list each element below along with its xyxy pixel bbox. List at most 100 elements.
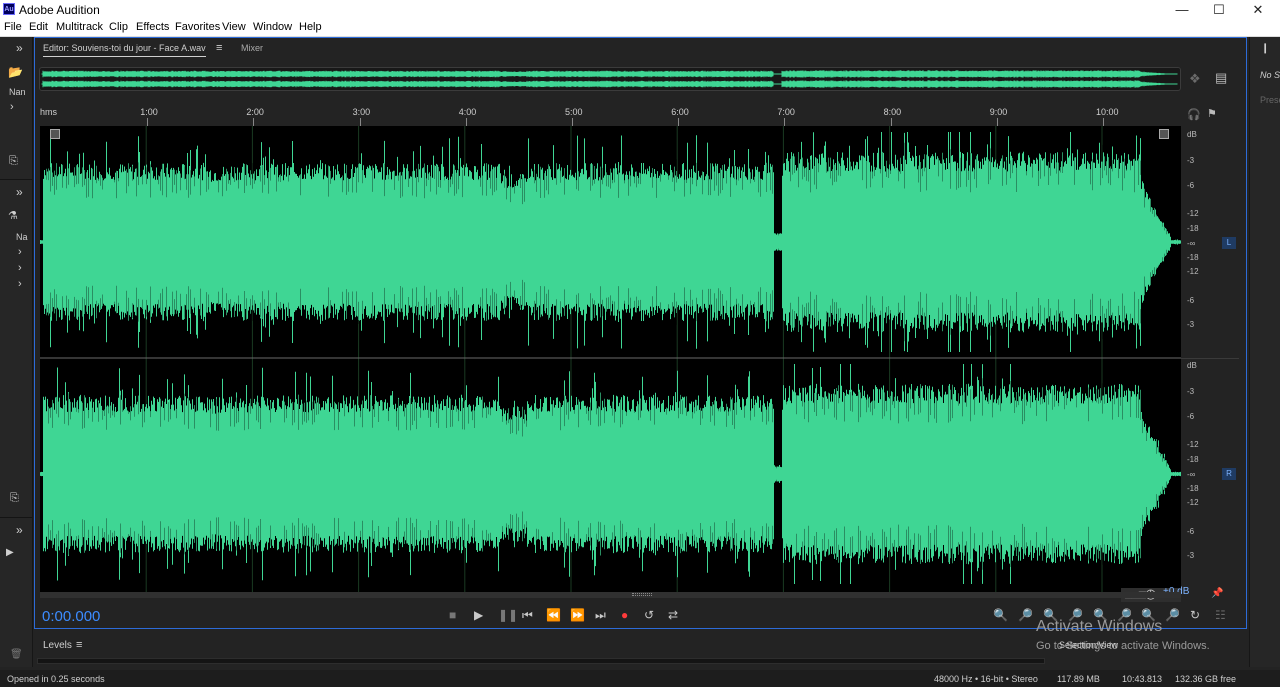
menu-clip[interactable]: Clip [109,21,128,33]
go-to-end-button[interactable]: ⏭ [595,608,606,623]
zoom-to-selection-icon[interactable]: ❖ [1189,71,1201,87]
horizontal-scrollbar[interactable] [40,592,1181,598]
channel-right-badge[interactable]: R [1222,468,1236,480]
window-title: Adobe Audition [19,3,100,17]
media-panel-label: Na [16,232,28,242]
tab-mixer[interactable]: Mixer [241,43,263,53]
tab-editor[interactable]: Editor: Souviens-toi du jour - Face A.wa… [43,43,206,57]
db-label: -6 [1187,412,1195,421]
db-label: -12 [1187,440,1199,449]
ruler-tick-label: 10:00 [1096,107,1119,117]
maximize-button[interactable]: ☐ [1199,0,1239,20]
right-panel-label: No S [1260,70,1280,80]
db-label: -18 [1187,224,1199,233]
menu-help[interactable]: Help [299,21,322,33]
waveform-display[interactable] [40,126,1181,592]
expand-panels-icon-3[interactable]: » [16,523,23,537]
status-duration: 10:43.813 [1122,674,1163,684]
menu-edit[interactable]: Edit [29,21,48,33]
chevron-right-icon-3[interactable]: › [18,262,22,274]
db-label: -6 [1187,181,1195,190]
fade-in-handle-icon[interactable] [50,129,60,139]
editor-tabs: Editor: Souviens-toi du jour - Face A.wa… [35,38,1246,60]
presets-label: Prese [1260,95,1280,105]
trash-icon[interactable]: 🗑 [10,649,23,660]
amplitude-ruler: dB -3 -6 -12 -18 -∞ -18 -12 -6 -3 L dB -… [1181,126,1239,592]
db-header-bottom: dB [1187,361,1197,370]
menu-effects[interactable]: Effects [136,21,169,33]
levels-meter [37,658,1045,664]
menu-multitrack[interactable]: Multitrack [56,21,103,33]
overview-waveform[interactable] [39,67,1181,91]
ruler-tick-label: 7:00 [777,107,795,117]
db-label: -3 [1187,387,1195,396]
left-panel-dock: » 📂 Nan › ⎘ » ⚗ Na › › › ⎘ » ▶ 🗑 [0,37,33,667]
close-button[interactable]: ✕ [1238,0,1278,20]
zoom-out-amplitude-icon[interactable]: 🔎 [1018,608,1033,622]
menu-favorites[interactable]: Favorites [175,21,220,33]
pin-icon[interactable]: 📌 [1211,588,1223,599]
monitor-headphones-icon[interactable]: 🎧 [1187,108,1201,121]
menu-file[interactable]: File [4,21,22,33]
import-icon[interactable]: ⎘ [9,155,18,168]
watermark-title: Activate Windows [1036,618,1163,635]
status-audio-format: 48000 Hz • 16-bit • Stereo [934,674,1038,684]
zoom-in-amplitude-icon[interactable]: 🔍 [993,608,1008,622]
levels-label[interactable]: Levels [43,640,72,651]
scrollbar-grip[interactable] [632,593,652,596]
db-label: -3 [1187,551,1195,560]
ruler-tick-label: 3:00 [352,107,371,117]
time-ruler[interactable]: hms 1:00 2:00 3:00 4:00 5:00 6:00 7:00 8:00 9:00… [40,105,1181,126]
expand-panels-icon[interactable]: » [16,41,23,55]
db-label: -12 [1187,267,1199,276]
chevron-right-icon-2[interactable]: › [18,246,22,258]
ruler-tick-label: 1:00 [140,107,158,117]
audition-app-icon: Au [3,3,15,15]
menu-view[interactable]: View [222,21,246,33]
panel-menu-icon[interactable]: ▤ [1215,70,1227,86]
db-label: -18 [1187,253,1199,262]
loop-playback-button[interactable]: ↺ [644,608,654,622]
timecode-display[interactable]: 0:00.000 [42,608,100,625]
play-button[interactable]: ▶ [474,608,483,622]
ruler-tick-label: 9:00 [989,107,1008,117]
tab-menu-icon[interactable]: ≡ [216,42,222,54]
db-label: -6 [1187,527,1195,536]
stop-button[interactable]: ■ [449,608,456,622]
play-preview-icon[interactable]: ▶ [6,547,14,558]
selection-view-label[interactable]: Selection/View [1059,640,1118,650]
fast-forward-button[interactable]: ⏩ [570,608,585,622]
levels-menu-icon[interactable]: ≡ [76,639,82,651]
db-label: -12 [1187,498,1199,507]
fade-out-handle-icon[interactable] [1159,129,1169,139]
channel-left-badge[interactable]: L [1222,237,1236,249]
ruler-tick-label: 2:00 [246,107,264,117]
expand-panels-icon-2[interactable]: » [16,185,23,199]
import-icon-2[interactable]: ⎘ [10,492,19,505]
go-to-start-button[interactable]: ⏮ [522,608,533,623]
chevron-right-icon-4[interactable]: › [18,278,22,290]
db-label: -6 [1187,296,1195,305]
menu-window[interactable]: Window [253,21,292,33]
marker-pin-icon[interactable]: ⚑ [1207,107,1217,120]
pause-button[interactable]: ❚❚ [498,608,518,622]
title-bar: Au Adobe Audition — ☐ ✕ [0,0,1280,20]
db-label: -3 [1187,320,1195,329]
effects-icon[interactable]: ⚗ [8,209,18,222]
skip-selection-button[interactable]: ⇄ [668,608,678,622]
ruler-tick-label: 4:00 [458,107,477,117]
menu-bar: File Edit Multitrack Clip Effects Favori… [0,20,1280,37]
ruler-unit: hms [40,107,58,117]
chevron-right-icon[interactable]: › [10,101,14,113]
editor-panel: Editor: Souviens-toi du jour - Face A.wa… [34,37,1247,629]
ruler-tick-label: 8:00 [883,107,902,117]
db-label: -∞ [1187,239,1196,248]
files-panel-label: Nan [9,87,26,97]
record-button[interactable]: ● [621,608,628,622]
db-label: -3 [1187,156,1195,165]
minimize-button[interactable]: — [1162,0,1202,20]
rewind-button[interactable]: ⏪ [546,608,561,622]
panel-grip-icon[interactable]: ❙ [1261,43,1269,54]
zoom-extra-icon[interactable]: ☷ [1215,608,1226,622]
open-folder-icon[interactable]: 📂 [8,65,23,79]
